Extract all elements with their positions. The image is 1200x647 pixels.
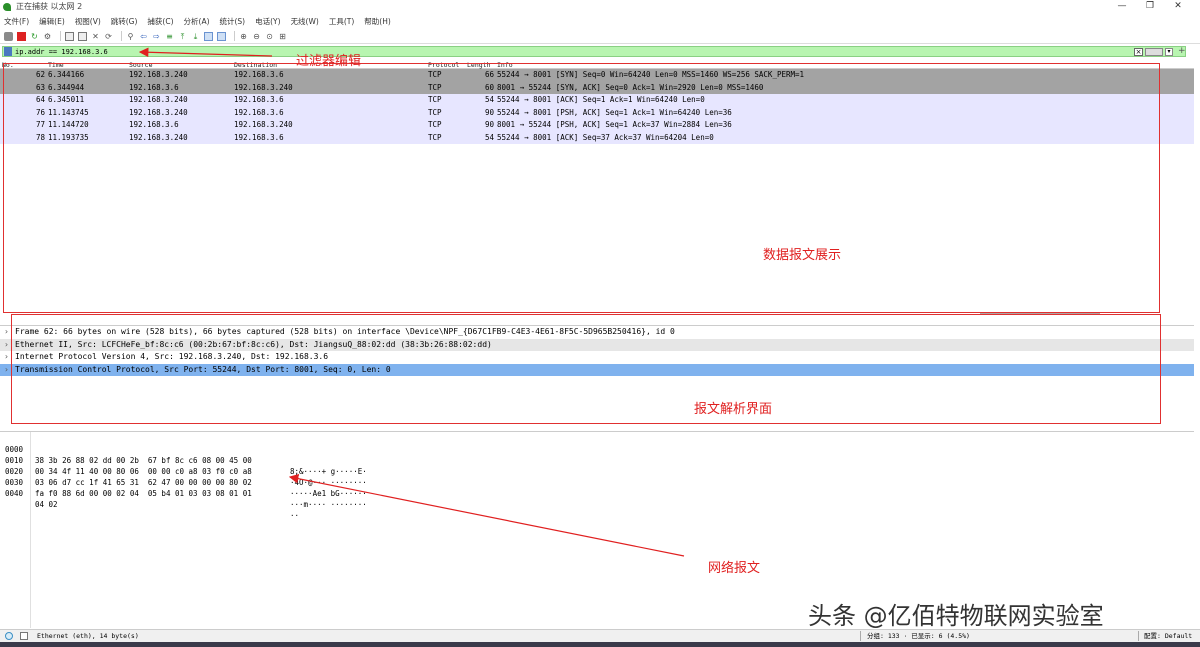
menu-telephony[interactable]: 电话(Y): [255, 16, 280, 27]
toolbar-separator: [234, 31, 235, 41]
bytes-line: 0000 38 3b 26 88 02 dd 00 2b 67 bf 8c c6…: [0, 433, 367, 476]
expand-arrow-icon[interactable]: ›: [4, 351, 9, 364]
expert-info-icon[interactable]: [20, 632, 28, 640]
menu-analyze[interactable]: 分析(A): [184, 16, 210, 27]
annotation-packet-display: 数据报文展示: [763, 248, 842, 263]
byte-hex[interactable]: 03 06 d7 cc 1f 41 65 31 62 47 00 00 00 0…: [35, 477, 252, 488]
status-text: Ethernet (eth), 14 byte(s): [37, 632, 139, 640]
menu-go[interactable]: 跳转(G): [111, 16, 138, 27]
go-first-icon[interactable]: ⤒: [178, 32, 187, 41]
go-to-packet-icon[interactable]: ≡: [165, 32, 174, 41]
status-separator: [1138, 631, 1139, 641]
colorize-icon[interactable]: [217, 31, 226, 41]
menu-view[interactable]: 视图(V): [75, 16, 101, 27]
menu-tools[interactable]: 工具(T): [329, 16, 354, 27]
toolbar-separator: [121, 31, 122, 41]
byte-hex[interactable]: 38 3b 26 88 02 dd 00 2b 67 bf 8c c6 08 0…: [35, 455, 252, 466]
menu-help[interactable]: 帮助(H): [364, 16, 391, 27]
annotation-packet-parse: 报文解析界面: [694, 402, 773, 417]
shark-fin-icon[interactable]: [4, 31, 13, 41]
menu-edit[interactable]: 编辑(E): [39, 16, 65, 27]
menu-bar: 文件(F) 编辑(E) 视图(V) 跳转(G) 捕获(C) 分析(A) 统计(S…: [0, 14, 1200, 28]
byte-hex[interactable]: fa f0 88 6d 00 00 02 04 05 b4 01 03 03 0…: [35, 488, 252, 499]
filter-controls: × ▾: [1134, 47, 1173, 56]
zoom-out-icon[interactable]: ⊖: [252, 32, 261, 41]
annotation-network-packet: 网络报文: [708, 561, 761, 576]
packet-count: 分组: 133 · 已显示: 6 (4.5%): [867, 632, 970, 640]
byte-ascii[interactable]: 8;&····+ g·····E·: [290, 466, 367, 477]
annotation-filter-edit: 过滤器编辑: [296, 54, 362, 69]
apply-filter-button[interactable]: [1145, 47, 1163, 56]
capture-status-icon[interactable]: [5, 632, 13, 640]
main-toolbar: ↻ ⚙ ✕ ⟳ ⚲ ⇦ ⇨ ≡ ⤒ ⤓ ⊕ ⊖ ⊙ ⊞: [0, 29, 1200, 44]
byte-hex[interactable]: 00 34 4f 11 40 00 80 06 00 00 c0 a8 03 f…: [35, 466, 252, 477]
save-file-icon[interactable]: [78, 31, 87, 41]
add-filter-button[interactable]: +: [1178, 46, 1186, 56]
menu-capture[interactable]: 捕获(C): [147, 16, 173, 27]
go-forward-icon[interactable]: ⇨: [152, 32, 161, 41]
toolbar-separator: [60, 31, 61, 41]
bytes-line: 0010 00 34 4f 11 40 00 80 06 00 00 c0 a8…: [0, 444, 367, 487]
expand-arrow-icon[interactable]: ›: [4, 339, 9, 352]
byte-hex[interactable]: 04 02: [35, 499, 58, 510]
annotation-box-packet-list: [3, 63, 1160, 313]
open-file-icon[interactable]: [65, 31, 74, 41]
reload-file-icon[interactable]: ⟳: [104, 32, 113, 41]
taskbar-strip: [0, 642, 1200, 647]
expand-arrow-icon[interactable]: ›: [4, 364, 9, 377]
bytes-line: 0030 fa f0 88 6d 00 00 02 04 05 b4 01 03…: [0, 466, 367, 509]
stop-capture-icon[interactable]: [17, 31, 26, 41]
status-separator: [860, 631, 861, 641]
restart-capture-icon[interactable]: ↻: [30, 32, 39, 41]
maximize-button[interactable]: ❐: [1136, 0, 1164, 12]
zoom-in-icon[interactable]: ⊕: [239, 32, 248, 41]
window-controls: — ❐ ✕: [1108, 0, 1192, 12]
bytes-gutter: [30, 432, 31, 628]
byte-ascii[interactable]: ·····Ae1 bG······: [290, 488, 367, 499]
go-back-icon[interactable]: ⇦: [139, 32, 148, 41]
clear-filter-icon[interactable]: ×: [1134, 47, 1143, 56]
find-packet-icon[interactable]: ⚲: [126, 32, 135, 41]
expand-arrow-icon[interactable]: ›: [4, 326, 9, 339]
resize-columns-icon[interactable]: ⊞: [278, 32, 287, 41]
capture-options-icon[interactable]: ⚙: [43, 32, 52, 41]
annotation-box-details: [11, 314, 1161, 424]
byte-ascii[interactable]: ·4O·@··· ········: [290, 477, 367, 488]
zoom-normal-icon[interactable]: ⊙: [265, 32, 274, 41]
menu-file[interactable]: 文件(F): [4, 16, 29, 27]
menu-wireless[interactable]: 无线(W): [291, 16, 319, 27]
menu-statistics[interactable]: 统计(S): [220, 16, 246, 27]
filter-history-dropdown[interactable]: ▾: [1165, 47, 1173, 56]
byte-offset: 0040: [5, 489, 24, 498]
watermark-text: 头条 @亿佰特物联网实验室: [808, 602, 1104, 630]
auto-scroll-icon[interactable]: [204, 31, 213, 41]
byte-ascii[interactable]: ···m···· ········: [290, 499, 367, 510]
wireshark-app-icon: [3, 2, 12, 11]
display-filter-bar: ip.addr == 192.168.3.6 × ▾: [2, 46, 1186, 57]
title-bar: 正在捕获 以太网 2 — ❐ ✕: [0, 0, 1200, 13]
go-last-icon[interactable]: ⤓: [191, 32, 200, 41]
close-file-icon[interactable]: ✕: [91, 32, 100, 41]
window-title: 正在捕获 以太网 2: [16, 2, 83, 11]
bytes-line: 0040 04 02 ··: [0, 477, 299, 520]
bytes-line: 0020 03 06 d7 cc 1f 41 65 31 62 47 00 00…: [0, 455, 367, 498]
minimize-button[interactable]: —: [1108, 0, 1136, 12]
profile-selector[interactable]: 配置: Default: [1144, 630, 1192, 642]
filter-bookmark-icon[interactable]: [4, 47, 12, 56]
close-button[interactable]: ✕: [1164, 0, 1192, 12]
byte-ascii[interactable]: ··: [290, 510, 299, 521]
display-filter-input[interactable]: ip.addr == 192.168.3.6: [15, 48, 108, 56]
